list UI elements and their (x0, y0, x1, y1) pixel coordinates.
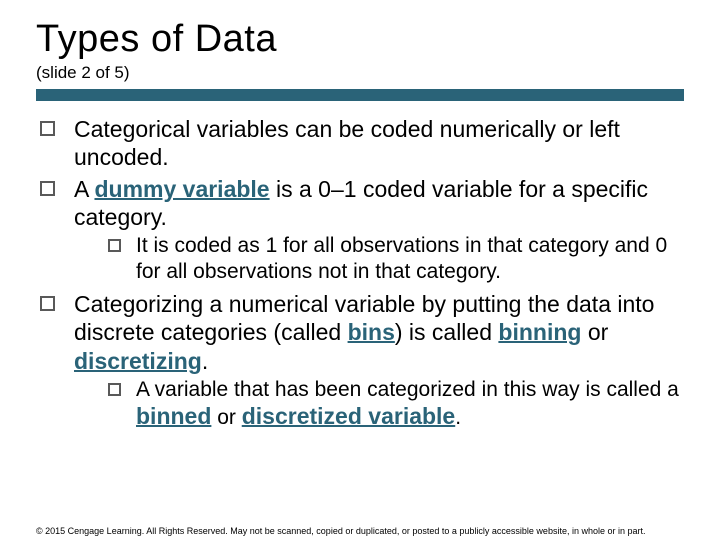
keyword-dummy-variable: dummy variable (94, 176, 269, 202)
bullet-3-sublist: A variable that has been categorized in … (74, 377, 684, 431)
bullet-2-sublist: It is coded as 1 for all observations in… (74, 233, 684, 284)
bullet-1-text: Categorical variables can be coded numer… (74, 116, 620, 170)
bullet-3-sub-post: . (455, 406, 461, 429)
slide-content: Categorical variables can be coded numer… (36, 115, 684, 431)
bullet-2-sub-text: It is coded as 1 for all observations in… (136, 234, 667, 283)
bullet-3-sub-mid: or (211, 406, 241, 429)
bullet-2: A dummy variable is a 0–1 coded variable… (36, 175, 684, 284)
copyright-text: © 2015 Cengage Learning. All Rights Rese… (36, 526, 684, 536)
keyword-binning: binning (498, 319, 581, 345)
bullet-3-mid2: or (581, 319, 608, 345)
bullet-3-sub: A variable that has been categorized in … (74, 377, 684, 431)
title-rule (36, 89, 684, 101)
keyword-discretized-variable: discretized variable (242, 403, 456, 429)
bullet-2-sub: It is coded as 1 for all observations in… (74, 233, 684, 284)
bullet-1: Categorical variables can be coded numer… (36, 115, 684, 171)
slide-subtitle: (slide 2 of 5) (36, 63, 684, 83)
bullet-3: Categorizing a numerical variable by put… (36, 290, 684, 430)
keyword-binned: binned (136, 403, 211, 429)
bullet-3-mid1: ) is called (395, 319, 499, 345)
keyword-bins: bins (348, 319, 395, 345)
slide-container: Types of Data (slide 2 of 5) Categorical… (0, 0, 720, 431)
slide-title: Types of Data (36, 18, 684, 61)
keyword-discretizing: discretizing (74, 348, 202, 374)
bullet-list: Categorical variables can be coded numer… (36, 115, 684, 431)
bullet-2-pre: A (74, 176, 94, 202)
bullet-3-sub-pre: A variable that has been categorized in … (136, 378, 679, 401)
bullet-3-post: . (202, 348, 208, 374)
